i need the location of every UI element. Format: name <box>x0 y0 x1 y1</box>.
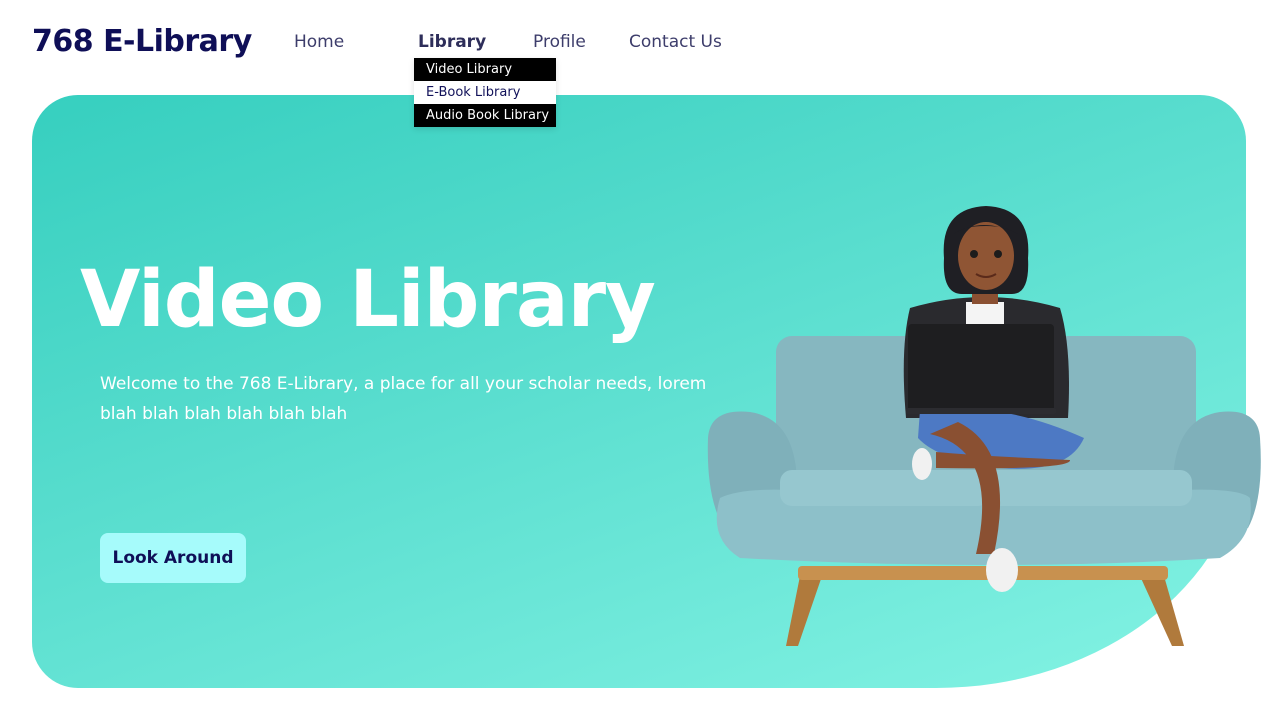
sofa-cushion-right <box>984 470 1192 506</box>
look-around-button[interactable]: Look Around <box>100 533 246 583</box>
woman-shoe-left <box>912 448 932 480</box>
dropdown-item-video-library[interactable]: Video Library <box>414 58 556 81</box>
woman-shoe-right <box>986 548 1018 592</box>
nav-library[interactable]: Library <box>418 32 486 52</box>
nav-profile[interactable]: Profile <box>533 32 586 52</box>
laptop-base <box>906 408 1056 414</box>
library-dropdown-menu: Video Library E-Book Library Audio Book … <box>414 58 556 127</box>
laptop-icon <box>908 324 1054 412</box>
sofa-base <box>798 566 1168 580</box>
woman-eye-left <box>970 250 978 258</box>
hero-description: Welcome to the 768 E-Library, a place fo… <box>100 374 707 424</box>
sofa-leg-left <box>786 576 822 646</box>
woman-on-sofa-illustration <box>707 206 1261 646</box>
sofa-leg-right <box>1140 576 1184 646</box>
hero-title: Video Library <box>80 255 656 345</box>
dropdown-item-audio-book-library[interactable]: Audio Book Library <box>414 104 556 127</box>
dropdown-item-ebook-library[interactable]: E-Book Library <box>414 81 556 104</box>
woman-face <box>958 222 1014 290</box>
sofa-cushion-left <box>780 470 990 506</box>
nav-home[interactable]: Home <box>294 32 344 52</box>
site-logo[interactable]: 768 E-Library <box>32 24 252 59</box>
woman-eye-right <box>994 250 1002 258</box>
nav-contact-us[interactable]: Contact Us <box>629 32 722 52</box>
